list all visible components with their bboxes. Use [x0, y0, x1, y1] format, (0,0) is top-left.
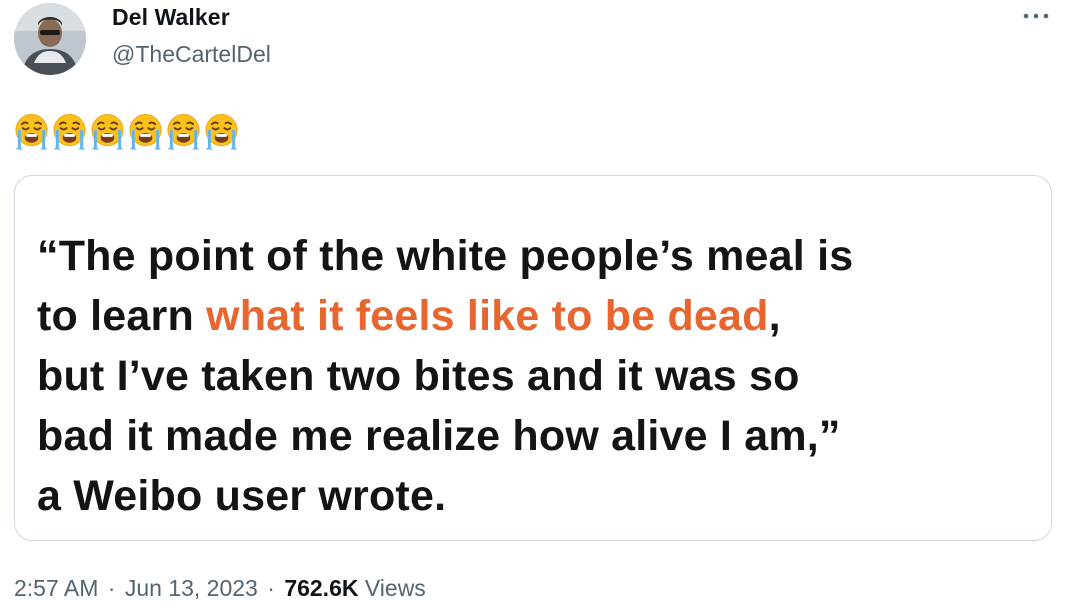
ellipsis-icon — [1023, 13, 1049, 19]
avatar[interactable] — [14, 3, 86, 75]
loudly-crying-face-icon — [53, 114, 86, 150]
more-options-button[interactable] — [1020, 2, 1052, 30]
tweet-time[interactable]: 2:57 AM — [14, 575, 98, 601]
meta-separator: · — [107, 575, 116, 601]
loudly-crying-face-icon — [15, 114, 48, 150]
loudly-crying-face-icon — [167, 114, 200, 150]
loudly-crying-face-icon — [129, 114, 162, 150]
author-handle[interactable]: @TheCartelDel — [112, 41, 271, 68]
quote-line-2-start: to learn — [37, 292, 207, 340]
meta-separator: · — [267, 575, 275, 601]
quote-line-3: but I’ve taken two bites and it was so — [37, 352, 800, 400]
author-name[interactable]: Del Walker — [112, 4, 230, 31]
views-count[interactable]: 762.6K — [284, 575, 358, 601]
tweet-meta: 2:57 AM · Jun 13, 2023 · 762.6K Views — [14, 575, 426, 602]
views-label[interactable]: Views — [365, 575, 426, 601]
profile-photo — [14, 3, 86, 75]
quote-line-5: a Weibo user wrote. — [37, 472, 447, 520]
loudly-crying-face-icon — [205, 114, 238, 150]
quote-text: “The point of the white people’s meal is… — [37, 226, 1037, 526]
quote-line-2-end: , — [768, 292, 781, 340]
loudly-crying-face-icon — [91, 114, 124, 150]
tweet-date[interactable]: Jun 13, 2023 — [125, 575, 258, 601]
tweet-text — [14, 112, 239, 152]
quote-highlight: what it feels like to be dead — [206, 292, 769, 340]
quote-line-4: bad it made me realize how alive I am,” — [37, 412, 841, 460]
quote-line-1: “The point of the white people’s meal is — [37, 232, 854, 280]
quote-card[interactable]: “The point of the white people’s meal is… — [14, 175, 1052, 541]
